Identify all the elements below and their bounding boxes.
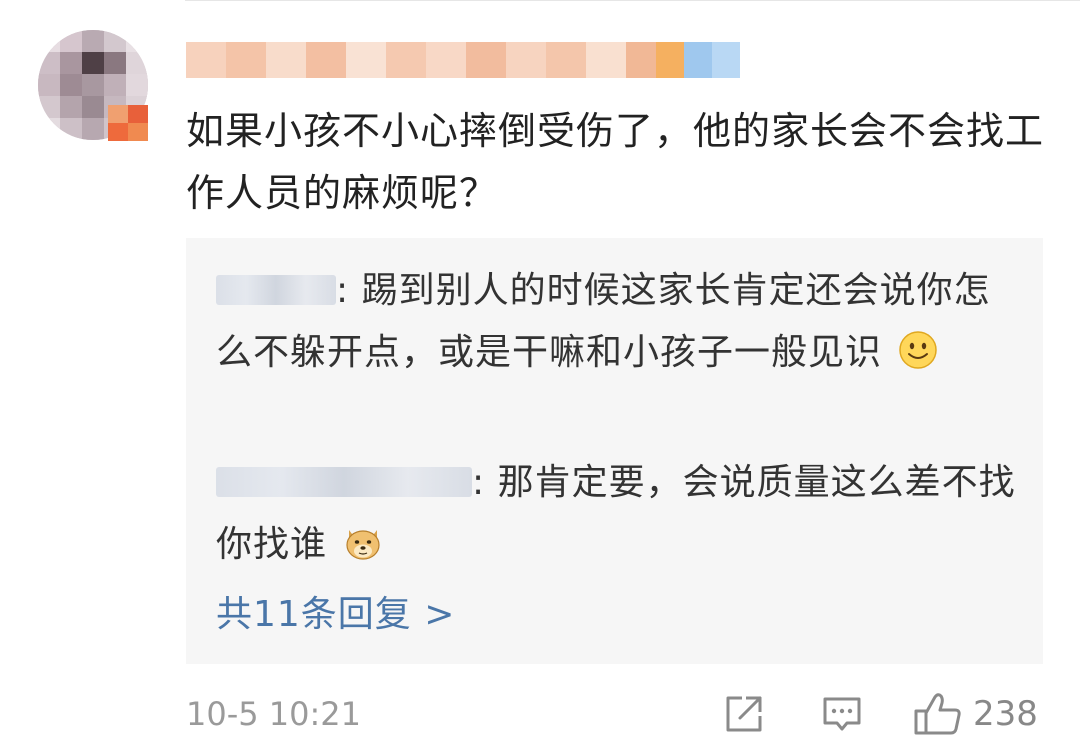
username-blurred[interactable]	[186, 38, 742, 84]
top-divider	[185, 0, 1080, 1]
reply-item[interactable]: : 那肯定要，会说质量这么差不找你找谁	[216, 452, 1016, 576]
reply-separator: :	[336, 270, 350, 311]
share-button[interactable]	[722, 690, 766, 738]
comment-text: 如果小孩不小心摔倒受伤了，他的家长会不会找工作人员的麻烦呢？	[186, 109, 1045, 215]
like-count: 238	[973, 694, 1038, 734]
verified-badge-icon	[108, 105, 148, 141]
reply-item[interactable]: : 踢到别人的时候这家长肯定还会说你怎么不躲开点，或是干嘛和小孩子一般见识	[216, 260, 1016, 384]
reply-separator: :	[472, 462, 486, 503]
reply-username-blurred[interactable]	[216, 467, 472, 497]
doge-emoji-icon	[346, 530, 381, 560]
comment-icon	[823, 697, 861, 731]
replies-box[interactable]: : 踢到别人的时候这家长肯定还会说你怎么不躲开点，或是干嘛和小孩子一般见识 : …	[186, 238, 1043, 664]
comment-button[interactable]	[820, 690, 864, 738]
like-button[interactable]: 238	[913, 690, 1038, 738]
thumbs-up-icon	[914, 693, 961, 735]
share-icon	[726, 696, 762, 732]
reply-username-blurred[interactable]	[216, 275, 336, 305]
comment-timestamp: 10-5 10:21	[186, 695, 362, 733]
smile-emoji-icon	[899, 331, 938, 369]
more-replies-link[interactable]: 共11条回复 >	[216, 590, 455, 640]
